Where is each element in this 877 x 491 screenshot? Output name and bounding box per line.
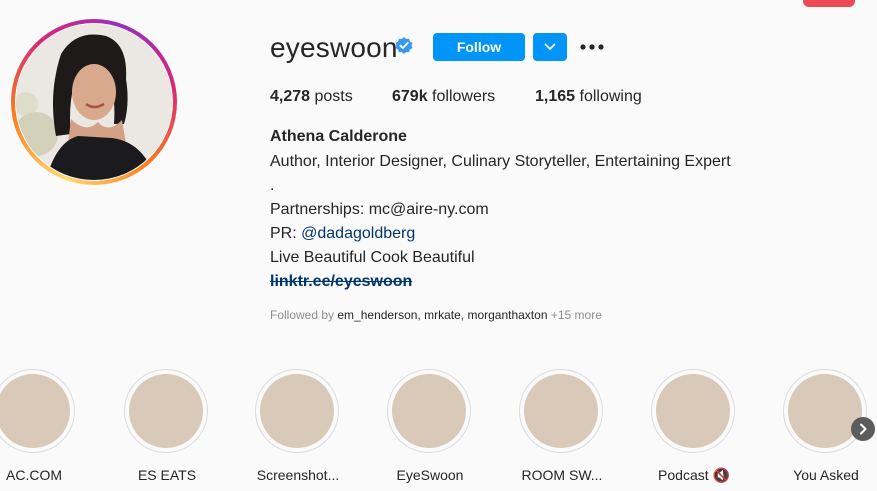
suggested-accounts-button[interactable] bbox=[533, 33, 567, 61]
posts-label: posts bbox=[314, 88, 353, 105]
external-link[interactable]: linktr.ee/eyeswoon bbox=[270, 273, 412, 291]
highlight-label: ES EATS bbox=[137, 467, 197, 483]
highlight-ring bbox=[783, 369, 867, 453]
bio-line-pr: PR: @dadagoldberg bbox=[270, 225, 415, 243]
followed-by-prefix: Followed by bbox=[270, 308, 338, 322]
highlight-label: Screenshot... bbox=[256, 467, 340, 483]
top-right-button[interactable] bbox=[803, 0, 855, 7]
pr-prefix: PR: bbox=[270, 225, 302, 242]
highlight-ring bbox=[519, 369, 603, 453]
bio-line-5: Live Beautiful Cook Beautiful bbox=[270, 249, 475, 266]
followed-by-names: em_henderson, mrkate, morganthaxton bbox=[337, 308, 548, 322]
followed-by[interactable]: Followed by em_henderson, mrkate, morgan… bbox=[270, 308, 602, 322]
followers-label: followers bbox=[432, 88, 496, 105]
bio-line-3: Partnerships: mc@aire-ny.com bbox=[270, 201, 489, 218]
avatar-photo bbox=[16, 24, 172, 180]
pr-handle-link[interactable]: @dadagoldberg bbox=[301, 225, 415, 242]
highlight-label: You Asked bbox=[793, 467, 859, 483]
followers-count: 679k bbox=[392, 88, 428, 105]
follow-button[interactable]: Follow bbox=[433, 33, 525, 61]
followers-stat[interactable]: 679k followers bbox=[392, 88, 495, 106]
highlight-label: AC.COM bbox=[6, 467, 62, 483]
highlight-ring bbox=[651, 369, 735, 453]
highlight-ring bbox=[387, 369, 471, 453]
verified-badge-icon bbox=[395, 37, 413, 54]
highlight-ring bbox=[124, 369, 208, 453]
following-count: 1,165 bbox=[535, 88, 576, 105]
highlight-ring bbox=[0, 369, 75, 453]
highlight-label: Podcast 🔇 bbox=[658, 467, 730, 483]
highlight-cover bbox=[0, 374, 70, 448]
highlight-cover bbox=[524, 374, 598, 448]
profile-full-name: Athena Calderone bbox=[270, 128, 407, 145]
posts-stat: 4,278 posts bbox=[270, 88, 353, 106]
highlight-ring bbox=[255, 369, 339, 453]
bio-line-1: Author, Interior Designer, Culinary Stor… bbox=[270, 153, 731, 170]
highlight-cover bbox=[656, 374, 730, 448]
bio-line-2: . bbox=[270, 177, 275, 194]
highlight-label: EyeSwoon bbox=[396, 467, 464, 483]
chevron-right-icon bbox=[860, 423, 867, 435]
following-label: following bbox=[579, 88, 642, 105]
following-stat[interactable]: 1,165 following bbox=[535, 88, 642, 106]
profile-username: eyeswoon bbox=[270, 32, 398, 63]
followed-by-more: +15 more bbox=[547, 308, 602, 322]
profile-avatar[interactable] bbox=[11, 19, 177, 185]
highlight-cover bbox=[260, 374, 334, 448]
highlight-cover bbox=[788, 374, 862, 448]
more-options-icon[interactable] bbox=[580, 39, 604, 55]
chevron-down-icon bbox=[544, 43, 556, 50]
highlight-cover bbox=[392, 374, 466, 448]
highlight-cover bbox=[129, 374, 203, 448]
posts-count: 4,278 bbox=[270, 88, 311, 105]
highlights-next-button[interactable] bbox=[851, 417, 875, 441]
highlight-label: ROOM SW... bbox=[521, 467, 603, 483]
